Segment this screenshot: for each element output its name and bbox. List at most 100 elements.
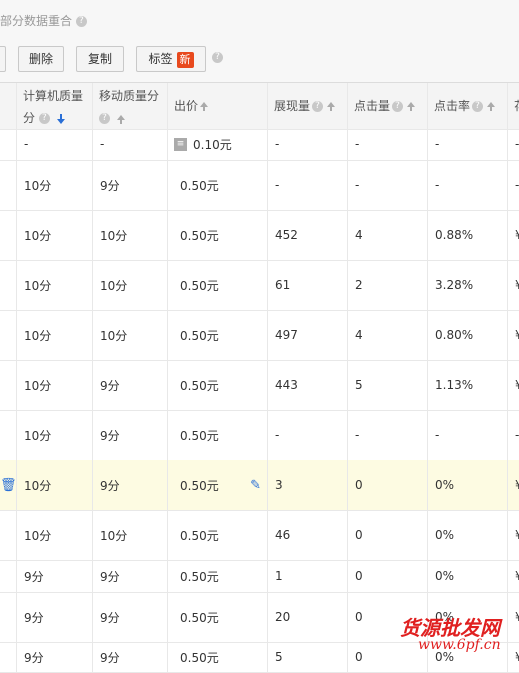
cell-partial-left [0, 360, 16, 410]
cell-mobile-quality: 9分 [92, 460, 167, 510]
cell-partial: ¥ [507, 360, 519, 410]
help-icon[interactable]: ? [312, 100, 324, 112]
delete-icon[interactable]: 🗑 [0, 478, 17, 493]
cell-bid[interactable]: 0.50元 [167, 560, 267, 592]
cell-clicks-value: 0 [355, 528, 363, 542]
edit-icon[interactable]: ✎ [250, 478, 261, 493]
table-row[interactable]: 10分 9分 0.50元 - - - - [0, 410, 519, 461]
copy-button[interactable]: 复制 [76, 46, 124, 72]
cell-mobile-quality: - [92, 128, 167, 160]
cell-bid[interactable]: 0.50元 ✎ [167, 460, 267, 510]
cell-pc-quality-value: 10分 [24, 278, 52, 293]
partial-button[interactable] [0, 46, 6, 72]
cell-bid[interactable]: 0.50元 [167, 160, 267, 210]
sort-asc-icon[interactable] [407, 101, 416, 111]
cell-mobile-quality-value: 10分 [100, 228, 128, 243]
table-row[interactable]: 10分 10分 0.50元 61 2 3.28% ¥ [0, 260, 519, 311]
table-row[interactable]: 🗑 10分 9分 0.50元 ✎ 3 0 0% ¥ [0, 460, 519, 511]
tag-button[interactable]: 标签新 [136, 46, 206, 72]
cell-ctr-value: - [435, 428, 440, 442]
cell-pc-quality-value: - [24, 137, 29, 151]
sort-asc-icon[interactable] [116, 115, 125, 124]
cell-mobile-quality-value: 9分 [100, 610, 120, 625]
cell-ctr-value: 0% [435, 569, 455, 583]
cell-bid[interactable]: 0.50元 [167, 360, 267, 410]
help-icon[interactable]: ? [99, 113, 110, 124]
sort-asc-icon[interactable] [200, 101, 209, 111]
cell-impressions: - [267, 128, 347, 160]
cell-bid[interactable]: 0.50元 [167, 510, 267, 560]
cell-mobile-quality-value: - [100, 137, 105, 151]
table-row[interactable]: 9分 9分 0.50元 1 0 0% ¥ [0, 560, 519, 593]
cell-impressions-value: 20 [275, 610, 291, 624]
cell-pc-quality-value: 10分 [24, 228, 52, 243]
cell-clicks-value: 0 [355, 478, 363, 492]
cell-bid-value: 0.50元 [180, 610, 219, 625]
cell-impressions-value: - [275, 428, 280, 442]
cell-pc-quality-value: 10分 [24, 428, 52, 443]
header-ctr[interactable]: 点击率 ? [427, 83, 507, 129]
header-impressions[interactable]: 展现量 ? [267, 83, 347, 129]
cell-clicks-value: 0 [355, 650, 363, 664]
table-row[interactable]: - - ≡ 0.10元 - - - - [0, 128, 519, 161]
cell-ctr-value: 0.88% [435, 228, 474, 242]
header-clicks[interactable]: 点击量 ? [347, 83, 427, 129]
table-row[interactable]: 10分 9分 0.50元 443 5 1.13% ¥ [0, 360, 519, 411]
bid-strategy-icon[interactable]: ≡ [174, 137, 187, 151]
table-row[interactable]: 10分 10分 0.50元 452 4 0.88% ¥ [0, 210, 519, 261]
cell-ctr-value: - [435, 178, 440, 192]
cell-clicks: 0 [347, 510, 427, 560]
delete-button[interactable]: 删除 [18, 46, 64, 72]
cell-partial-value: - [515, 178, 519, 192]
cell-bid[interactable]: 0.50元 [167, 310, 267, 360]
cell-partial-value: ¥ [515, 328, 519, 342]
header-ctr-label: 点击率 [434, 99, 471, 113]
cell-impressions: 20 [267, 592, 347, 642]
table-row[interactable]: 10分 10分 0.50元 46 0 0% ¥ [0, 510, 519, 561]
cell-pc-quality: 10分 [16, 510, 92, 560]
help-icon[interactable]: ? [75, 16, 87, 27]
cell-bid[interactable]: 0.50元 [167, 410, 267, 460]
cell-mobile-quality: 10分 [92, 260, 167, 310]
header-mobile-quality[interactable]: 移动质量分 ? [92, 83, 167, 129]
cell-pc-quality-value: 10分 [24, 378, 52, 393]
cell-bid[interactable]: ≡ 0.10元 [167, 128, 267, 160]
header-bid[interactable]: 出价 [167, 83, 267, 129]
cell-pc-quality-value: 10分 [24, 178, 52, 193]
cell-bid-value: 0.50元 [180, 178, 219, 193]
cell-bid[interactable]: 0.50元 [167, 210, 267, 260]
cell-clicks-value: 0 [355, 610, 363, 624]
sort-desc-icon[interactable] [56, 114, 65, 124]
help-icon[interactable]: ? [472, 100, 484, 112]
cell-ctr: 0.88% [427, 210, 507, 260]
table-row[interactable]: 10分 10分 0.50元 497 4 0.80% ¥ [0, 310, 519, 361]
cell-bid[interactable]: 0.50元 [167, 592, 267, 642]
cell-partial: - [507, 128, 519, 160]
cell-bid-value: 0.50元 [180, 569, 219, 584]
cell-partial-value: - [515, 137, 519, 151]
cell-ctr-value: - [435, 137, 440, 151]
cell-pc-quality-value: 9分 [24, 650, 44, 665]
cell-mobile-quality-value: 9分 [100, 650, 120, 665]
cell-impressions: 452 [267, 210, 347, 260]
cell-partial-value: ¥ [515, 528, 519, 542]
header-pc-quality[interactable]: 计算机质量 分 ? [16, 83, 92, 129]
cell-pc-quality: 9分 [16, 560, 92, 592]
table-row[interactable]: 10分 9分 0.50元 - - - - [0, 160, 519, 211]
sort-asc-icon[interactable] [487, 101, 496, 111]
cell-mobile-quality-value: 9分 [100, 378, 120, 393]
help-icon[interactable]: ? [38, 113, 50, 124]
cell-mobile-quality: 10分 [92, 310, 167, 360]
cell-bid[interactable]: 0.50元 [167, 260, 267, 310]
cell-ctr: 0% [427, 560, 507, 592]
tag-help-icon[interactable]: ? [212, 52, 223, 63]
cell-bid-value: 0.50元 [180, 328, 219, 343]
cell-clicks-value: - [355, 428, 360, 442]
cell-bid-value: 0.50元 [180, 228, 219, 243]
cell-partial-left [0, 128, 16, 160]
cell-clicks: - [347, 410, 427, 460]
sort-asc-icon[interactable] [327, 101, 336, 111]
header-partial[interactable]: 花 [507, 83, 519, 129]
cell-partial: ¥ [507, 310, 519, 360]
help-icon[interactable]: ? [392, 100, 404, 112]
